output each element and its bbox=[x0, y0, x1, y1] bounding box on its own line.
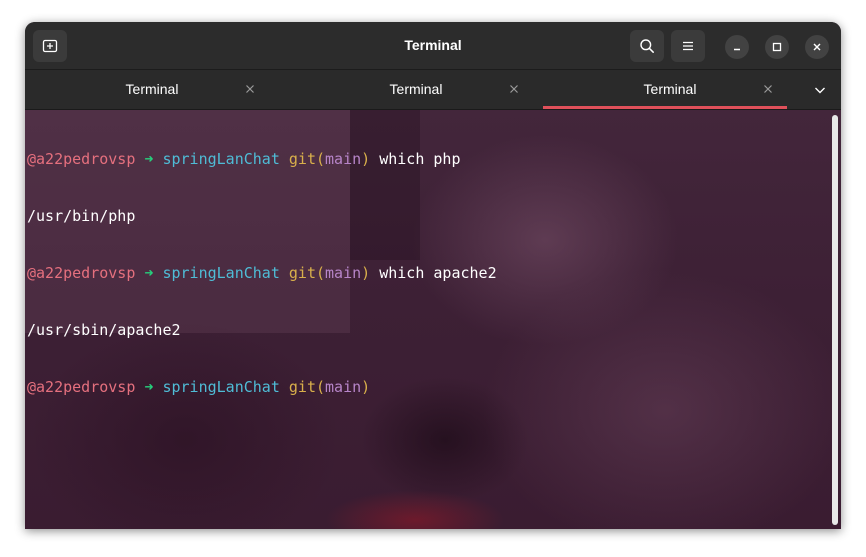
hamburger-menu-icon bbox=[683, 41, 693, 51]
prompt-paren-open: ( bbox=[316, 150, 326, 168]
minimize-icon bbox=[734, 48, 740, 51]
new-tab-icon bbox=[42, 39, 58, 53]
header-bar: Terminal bbox=[25, 22, 841, 70]
terminal-window: Terminal Terminal Terminal Terminal @a22… bbox=[25, 22, 841, 529]
tab-label: Terminal bbox=[643, 81, 697, 97]
tab-bar: Terminal Terminal Terminal bbox=[25, 70, 841, 110]
main-menu-button[interactable] bbox=[671, 30, 705, 62]
terminal-line: @a22pedrovsp ➜ springLanChat git(main) w… bbox=[27, 264, 827, 283]
prompt-paren-open: ( bbox=[316, 378, 326, 396]
output-text: /usr/sbin/apache2 bbox=[27, 321, 181, 339]
tab-close-icon[interactable] bbox=[507, 82, 521, 96]
close-icon bbox=[813, 43, 821, 51]
chevron-down-icon bbox=[815, 87, 825, 93]
terminal-line: @a22pedrovsp ➜ springLanChat git(main) w… bbox=[27, 150, 827, 169]
command-text: which php bbox=[370, 150, 461, 168]
tab-terminal-3[interactable]: Terminal bbox=[543, 70, 797, 109]
tab-terminal-1[interactable]: Terminal bbox=[25, 70, 279, 109]
prompt-paren-close: ) bbox=[361, 150, 371, 168]
prompt-paren-close: ) bbox=[361, 264, 371, 282]
terminal-line: /usr/sbin/apache2 bbox=[27, 321, 827, 340]
new-tab-button[interactable] bbox=[33, 30, 67, 62]
tab-terminal-2[interactable]: Terminal bbox=[289, 70, 543, 109]
prompt-git: git bbox=[288, 264, 316, 282]
prompt-paren-close: ) bbox=[361, 378, 371, 396]
tab-close-icon[interactable] bbox=[243, 82, 257, 96]
output-text: /usr/bin/php bbox=[27, 207, 136, 225]
window-title: Terminal bbox=[404, 37, 462, 53]
maximize-button[interactable] bbox=[765, 35, 789, 59]
tabs-overflow-button[interactable] bbox=[799, 70, 841, 109]
prompt-directory: springLanChat bbox=[162, 264, 280, 282]
prompt-arrow: ➜ bbox=[144, 150, 154, 168]
terminal-output: @a22pedrovsp ➜ springLanChat git(main) w… bbox=[27, 112, 827, 435]
prompt-directory: springLanChat bbox=[162, 378, 280, 396]
terminal-line: /usr/bin/php bbox=[27, 207, 827, 226]
search-button[interactable] bbox=[630, 30, 664, 62]
search-icon bbox=[640, 39, 654, 53]
terminal-content[interactable]: @a22pedrovsp ➜ springLanChat git(main) w… bbox=[25, 110, 841, 529]
tab-label: Terminal bbox=[389, 81, 443, 97]
prompt-arrow: ➜ bbox=[144, 264, 154, 282]
prompt-directory: springLanChat bbox=[162, 150, 280, 168]
maximize-icon bbox=[772, 42, 782, 52]
scrollbar[interactable] bbox=[832, 115, 838, 525]
command-text: which apache2 bbox=[370, 264, 497, 282]
prompt-branch: main bbox=[325, 150, 362, 168]
prompt-user: @a22pedrovsp bbox=[27, 150, 136, 168]
prompt-paren-open: ( bbox=[316, 264, 326, 282]
tab-label: Terminal bbox=[125, 81, 179, 97]
minimize-button[interactable] bbox=[725, 35, 749, 59]
prompt-user: @a22pedrovsp bbox=[27, 378, 136, 396]
prompt-git: git bbox=[288, 150, 316, 168]
prompt-arrow: ➜ bbox=[144, 378, 154, 396]
terminal-line: @a22pedrovsp ➜ springLanChat git(main) bbox=[27, 378, 827, 397]
prompt-git: git bbox=[288, 378, 316, 396]
background-image-region bbox=[325, 490, 505, 529]
prompt-branch: main bbox=[325, 378, 362, 396]
prompt-user: @a22pedrovsp bbox=[27, 264, 136, 282]
tab-close-icon[interactable] bbox=[761, 82, 775, 96]
close-window-button[interactable] bbox=[805, 35, 829, 59]
prompt-branch: main bbox=[325, 264, 362, 282]
